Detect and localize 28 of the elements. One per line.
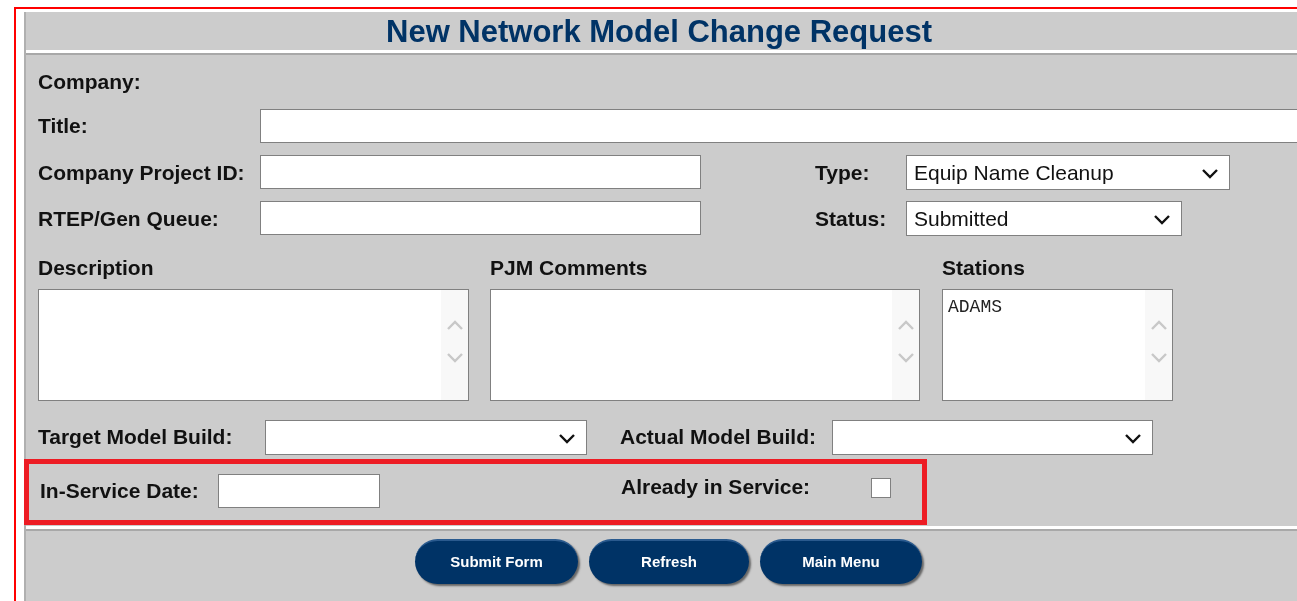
field-label: Status: bbox=[815, 208, 887, 229]
field-label: Description bbox=[38, 257, 154, 278]
dropdown[interactable]: Equip Name Cleanup bbox=[906, 155, 1230, 190]
form-button[interactable]: Refresh bbox=[589, 538, 749, 584]
field-label: Type: bbox=[815, 162, 870, 183]
text-input[interactable] bbox=[260, 109, 1297, 143]
field-label: Company Project ID: bbox=[38, 162, 245, 183]
text-input[interactable] bbox=[218, 474, 380, 508]
checkbox[interactable] bbox=[871, 478, 891, 498]
field-label: Company: bbox=[38, 71, 141, 92]
field-label: Target Model Build: bbox=[38, 426, 233, 447]
field-label: RTEP/Gen Queue: bbox=[38, 208, 219, 229]
text-input[interactable] bbox=[260, 155, 701, 189]
field-label: Actual Model Build: bbox=[620, 426, 816, 447]
text-input[interactable] bbox=[260, 201, 701, 235]
field-label: Already in Service: bbox=[621, 476, 811, 497]
form-button[interactable]: Submit Form bbox=[415, 538, 578, 584]
field-label: PJM Comments bbox=[490, 257, 648, 278]
field-label: Stations bbox=[942, 257, 1025, 278]
dropdown[interactable]: Submitted bbox=[906, 201, 1182, 236]
text-area[interactable] bbox=[490, 289, 920, 401]
field-label: In-Service Date: bbox=[40, 480, 199, 501]
form-button[interactable]: Main Menu bbox=[760, 538, 922, 584]
text-area[interactable] bbox=[38, 289, 469, 401]
dropdown[interactable] bbox=[265, 420, 587, 455]
field-label: Title: bbox=[38, 115, 88, 136]
page-title: New Network Model Change Request bbox=[386, 15, 933, 47]
dropdown[interactable] bbox=[832, 420, 1153, 455]
